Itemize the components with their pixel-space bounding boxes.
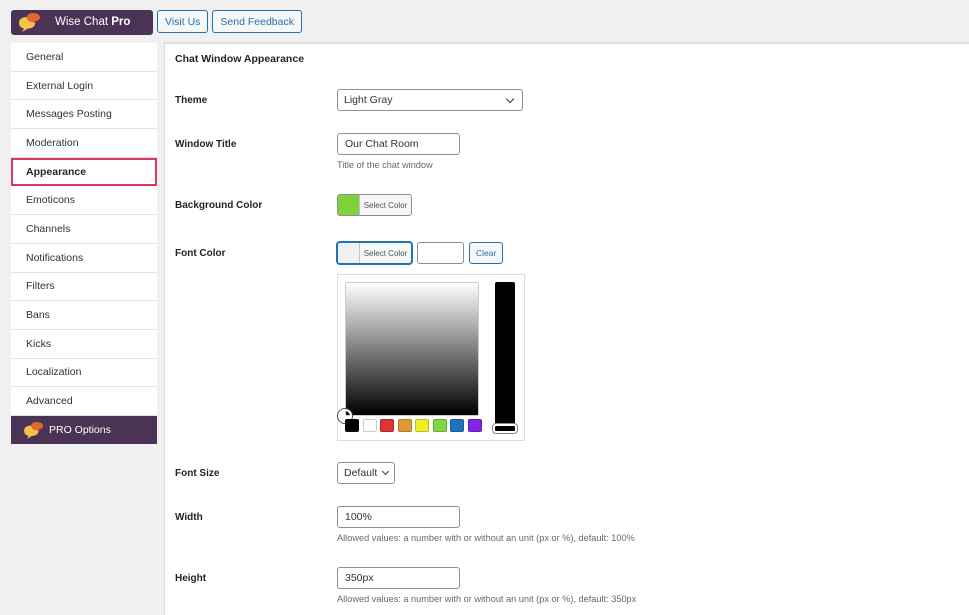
palette-swatch[interactable] [415,419,429,432]
window-title-label: Window Title [175,139,237,150]
section-title: Chat Window Appearance [175,53,305,65]
sidebar-item-localization[interactable]: Localization [11,358,157,388]
palette-swatch[interactable] [345,419,359,432]
font-color-field: Select Color Clear [337,242,504,264]
brand-name: Wise Chat [55,16,109,28]
sidebar-item-moderation[interactable]: Moderation [11,129,157,158]
color-picker-hue-slider[interactable] [493,282,517,433]
font-color-hex-input[interactable] [417,242,464,264]
theme-value: Light Gray [344,94,393,106]
height-input[interactable]: 350px [337,567,460,589]
sidebar-item-messages-posting[interactable]: Messages Posting [11,100,157,130]
window-title-input[interactable]: Our Chat Room [337,133,460,155]
window-title-field: Our Chat Room Title of the chat window [337,133,460,170]
font-color-label: Font Color [175,248,226,259]
theme-field: Light Gray [337,89,523,111]
sidebar-item-appearance[interactable]: Appearance [11,157,157,187]
font-color-button-label: Select Color [363,248,408,258]
sidebar-item-external-login[interactable]: External Login [11,71,157,101]
font-color-swatch [338,243,360,263]
font-size-field: Default [337,462,395,484]
background-color-button[interactable]: Select Color [337,194,412,216]
font-color-clear-button[interactable]: Clear [469,242,504,264]
width-input[interactable]: 100% [337,506,460,528]
height-field: 350px Allowed values: a number with or w… [337,567,636,604]
palette-swatch[interactable] [397,419,412,432]
width-label: Width [175,512,203,523]
chat-bubbles-icon [18,12,42,32]
brand-title: Wise Chat Pro [55,16,130,28]
theme-label: Theme [175,95,208,106]
sidebar-item-kicks[interactable]: Kicks [11,329,157,359]
palette-swatch[interactable] [450,419,464,432]
settings-panel: Chat Window Appearance Theme Light Gray … [164,42,969,615]
font-size-value: Default [344,467,378,479]
sidebar-item-channels[interactable]: Channels [11,215,157,244]
background-color-field: Select Color [337,194,412,216]
color-palette [345,419,482,432]
chevron-down-icon [381,467,390,476]
visit-us-button[interactable]: Visit Us [157,10,209,33]
palette-swatch[interactable] [362,419,377,432]
width-description: Allowed values: a number with or without… [337,533,635,543]
brand-suffix: Pro [111,16,131,28]
send-feedback-button[interactable]: Send Feedback [212,10,302,33]
settings-sidebar: General External Login Messages Posting … [11,43,157,444]
sidebar-item-emoticons[interactable]: Emoticons [11,186,157,216]
brand-logo: Wise Chat Pro [11,10,153,35]
top-bar: Wise Chat Pro Visit Us Send Feedback [11,10,302,35]
color-picker-saturation-area[interactable] [345,282,479,416]
palette-swatch[interactable] [380,419,394,432]
theme-select[interactable]: Light Gray [337,89,523,111]
height-description: Allowed values: a number with or without… [337,594,637,604]
background-color-button-label: Select Color [363,200,408,210]
color-picker [337,274,525,441]
font-size-select[interactable]: Default [337,462,395,484]
palette-swatch[interactable] [432,419,447,432]
sidebar-item-filters[interactable]: Filters [11,272,157,302]
background-color-swatch [338,195,360,215]
height-label: Height [175,573,207,584]
sidebar-item-bans[interactable]: Bans [11,301,157,330]
font-color-button[interactable]: Select Color [337,242,412,264]
chat-bubbles-icon [23,421,45,439]
sidebar-item-general[interactable]: General [11,43,157,72]
width-field: 100% Allowed values: a number with or wi… [337,506,635,543]
palette-swatch[interactable] [467,419,482,432]
pro-options-label: PRO Options [49,423,111,436]
font-size-label: Font Size [175,468,220,479]
sidebar-item-notifications[interactable]: Notifications [11,243,157,273]
sidebar-item-pro-options[interactable]: PRO Options [11,415,157,444]
window-title-description: Title of the chat window [337,160,433,170]
chevron-down-icon [505,94,515,103]
sidebar-item-advanced[interactable]: Advanced [11,387,157,416]
background-color-label: Background Color [175,200,263,211]
hue-slider-handle[interactable] [493,424,517,433]
